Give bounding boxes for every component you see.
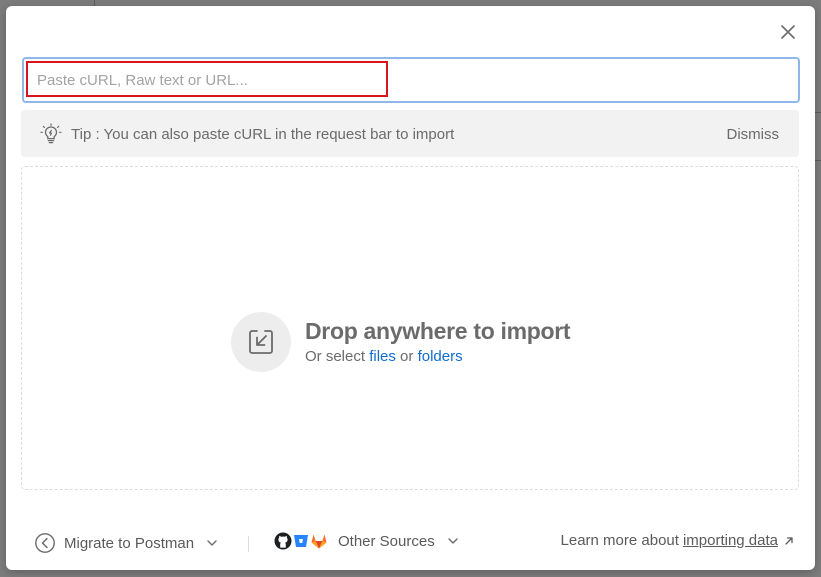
chevron-down-icon [448, 538, 458, 544]
drop-sub-prefix: Or select [305, 348, 366, 365]
dialog-footer: Migrate to Postman Other Sources Learn m… [6, 524, 815, 564]
importing-data-link[interactable]: importing data [683, 532, 778, 549]
drop-icon-circle [231, 312, 291, 372]
migrate-label: Migrate to Postman [64, 534, 195, 552]
import-input-wrapper [22, 57, 800, 103]
import-input[interactable] [24, 59, 798, 101]
drop-zone[interactable]: Drop anywhere to import Or select files … [21, 166, 799, 490]
gitlab-icon [311, 534, 327, 549]
import-tray-icon [249, 330, 273, 354]
backdrop-divider [815, 112, 821, 113]
github-icon [274, 532, 292, 550]
learn-prefix: Learn more about [560, 532, 679, 549]
external-arrow-icon [785, 536, 793, 545]
backdrop-divider [815, 160, 821, 161]
chevron-down-icon [207, 540, 217, 546]
learn-more: Learn more about importing data [561, 532, 795, 549]
other-sources-label: Other Sources [338, 532, 435, 550]
tip-banner: Tip : You can also paste cURL in the req… [21, 110, 799, 157]
other-sources-button[interactable]: Other Sources [274, 532, 459, 550]
migrate-to-postman-button[interactable]: Migrate to Postman [34, 532, 218, 554]
dismiss-button[interactable]: Dismiss [727, 126, 780, 143]
lightbulb-icon [40, 123, 62, 144]
drop-subtitle: Or select files or folders [305, 348, 463, 365]
close-button[interactable] [778, 22, 798, 42]
footer-divider [248, 536, 249, 552]
bitbucket-icon [294, 535, 308, 547]
close-icon [781, 25, 795, 39]
drop-sub-or: or [400, 348, 414, 365]
tip-text: Tip : You can also paste cURL in the req… [71, 126, 455, 143]
select-folders-link[interactable]: folders [418, 348, 463, 365]
drop-title: Drop anywhere to import [305, 318, 571, 344]
select-files-link[interactable]: files [369, 348, 396, 365]
migrate-arrow-icon [35, 533, 55, 553]
import-dialog: Tip : You can also paste cURL in the req… [6, 6, 815, 570]
